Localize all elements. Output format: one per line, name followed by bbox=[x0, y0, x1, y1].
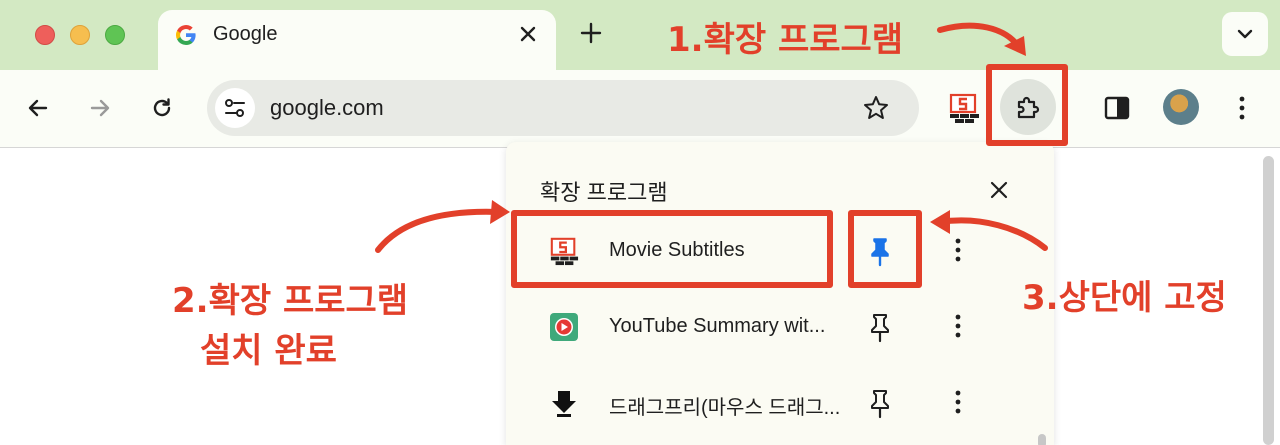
movie-subtitles-icon[interactable] bbox=[948, 92, 980, 124]
close-icon[interactable] bbox=[516, 22, 540, 46]
side-panel-icon[interactable] bbox=[1104, 96, 1130, 120]
list-item[interactable]: YouTube Summary wit... bbox=[506, 290, 1036, 360]
more-icon[interactable] bbox=[950, 388, 966, 416]
list-item[interactable]: 드래그프리(마우스 드래그... bbox=[506, 366, 1036, 436]
avatar[interactable] bbox=[1163, 89, 1199, 125]
plus-icon[interactable] bbox=[578, 20, 604, 46]
dragfree-icon bbox=[552, 391, 576, 417]
annotation-step2-line1: 2.확장 프로그램 bbox=[172, 281, 409, 321]
star-icon[interactable] bbox=[862, 94, 890, 122]
arrow-right-icon bbox=[90, 99, 110, 117]
tab-google[interactable]: Google bbox=[158, 10, 556, 70]
youtube-summary-icon bbox=[550, 313, 578, 341]
extensions-button[interactable] bbox=[1000, 79, 1056, 135]
close-window-button[interactable] bbox=[35, 25, 55, 45]
maximize-window-button[interactable] bbox=[105, 25, 125, 45]
annotation-step1: 1.확장 프로그램 bbox=[667, 20, 904, 60]
more-icon[interactable] bbox=[950, 312, 966, 340]
page-scrollbar-thumb[interactable] bbox=[1263, 156, 1274, 445]
reload-icon bbox=[153, 98, 171, 117]
tune-icon bbox=[225, 99, 245, 117]
extensions-popup: 확장 프로그램 Movie Subtitles YouTube Summary … bbox=[506, 142, 1054, 445]
movie-subtitles-icon bbox=[550, 237, 579, 266]
site-info-button[interactable] bbox=[215, 88, 255, 128]
pin-icon[interactable] bbox=[868, 236, 892, 268]
close-icon[interactable] bbox=[988, 179, 1010, 201]
extension-name: YouTube Summary wit... bbox=[609, 315, 826, 337]
chevron-down-icon bbox=[1237, 29, 1253, 39]
toolbar: google.com bbox=[0, 70, 1280, 148]
tab-search-button[interactable] bbox=[1222, 12, 1268, 56]
address-bar[interactable]: google.com bbox=[207, 80, 919, 136]
pin-icon[interactable] bbox=[868, 388, 892, 420]
annotation-step2-line2: 설치 완료 bbox=[200, 331, 337, 371]
google-g-icon bbox=[176, 25, 196, 45]
page-scrollbar[interactable] bbox=[1257, 152, 1280, 445]
popup-scrollbar-thumb[interactable] bbox=[1038, 434, 1046, 445]
annotation-step3: 3.상단에 고정 bbox=[1022, 278, 1227, 318]
arrow-left-icon bbox=[28, 99, 48, 117]
minimize-window-button[interactable] bbox=[70, 25, 90, 45]
list-item[interactable]: Movie Subtitles bbox=[506, 214, 1036, 284]
forward-button[interactable] bbox=[80, 88, 120, 128]
more-icon[interactable] bbox=[950, 236, 966, 264]
tab-title: Google bbox=[213, 23, 278, 45]
tab-strip: Google bbox=[0, 0, 1280, 70]
popup-title: 확장 프로그램 bbox=[540, 180, 668, 205]
extension-name: Movie Subtitles bbox=[609, 239, 745, 261]
reload-button[interactable] bbox=[142, 88, 182, 128]
extension-name: 드래그프리(마우스 드래그... bbox=[609, 397, 841, 419]
arrow-to-installed-extension bbox=[375, 208, 501, 253]
popup-scrollbar[interactable] bbox=[1037, 212, 1047, 445]
puzzle-icon bbox=[1017, 96, 1040, 119]
kebab-menu-icon[interactable] bbox=[1230, 94, 1254, 122]
back-button[interactable] bbox=[18, 88, 58, 128]
address-text[interactable]: google.com bbox=[270, 95, 384, 121]
pin-icon[interactable] bbox=[868, 312, 892, 344]
